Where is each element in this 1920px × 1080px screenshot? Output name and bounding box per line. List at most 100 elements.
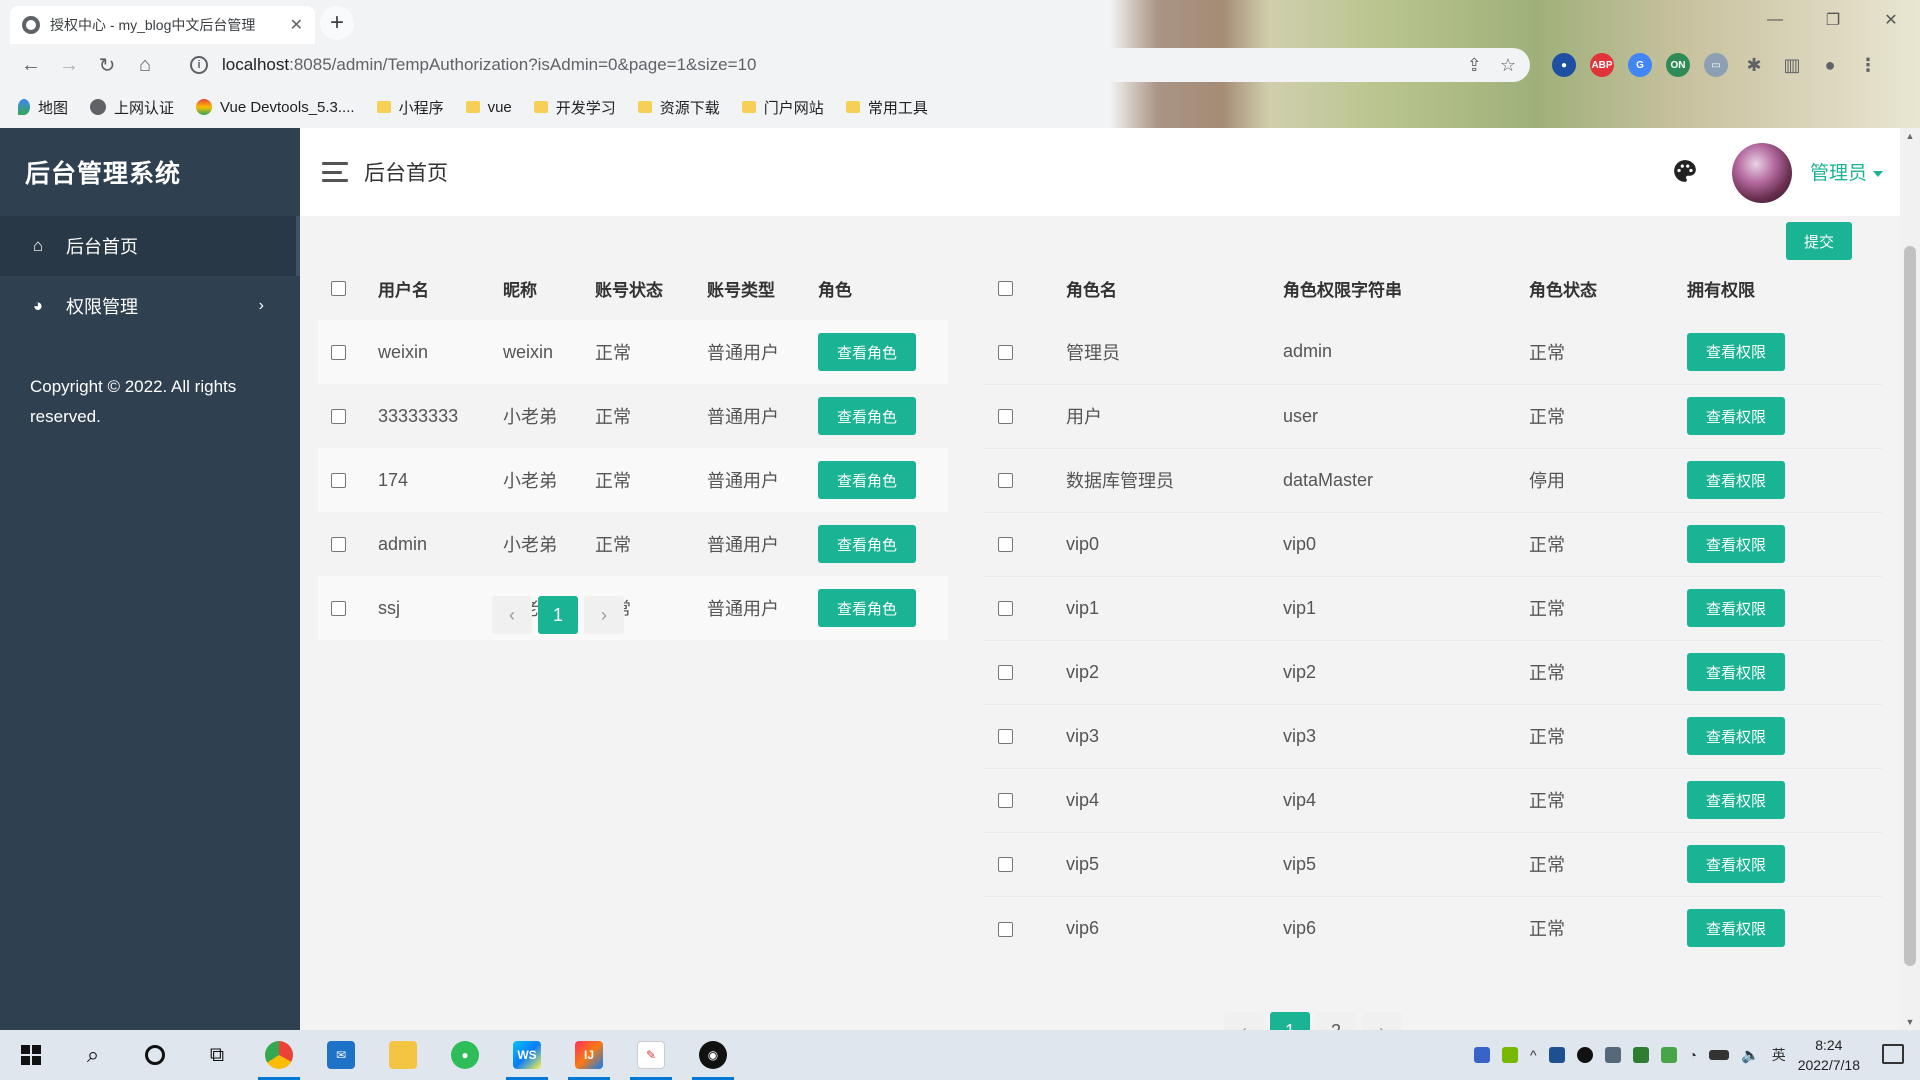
row-checkbox[interactable] [998,729,1013,745]
row-checkbox[interactable] [331,345,346,361]
row-checkbox[interactable] [998,345,1013,360]
cortana-button[interactable] [124,1030,186,1080]
app-taskbar-button[interactable]: ✎ [620,1030,682,1080]
view-roles-button[interactable]: 查看角色 [818,333,916,371]
view-permissions-button[interactable]: 查看权限 [1687,525,1785,563]
security-icon[interactable] [1548,1047,1565,1063]
start-button[interactable] [0,1030,62,1080]
view-permissions-button[interactable]: 查看权限 [1687,845,1785,883]
view-permissions-button[interactable]: 查看权限 [1687,397,1785,435]
select-all-checkbox[interactable] [998,281,1013,297]
view-roles-button[interactable]: 查看角色 [818,461,916,499]
adblock-icon[interactable]: ABP [1590,53,1614,77]
wechat-taskbar-button[interactable]: ● [434,1030,496,1080]
prev-page-button[interactable]: ‹ [492,596,532,634]
menu-icon[interactable]: ⋮ [1856,53,1880,77]
back-button[interactable]: ← [14,48,48,82]
row-checkbox[interactable] [998,793,1013,809]
address-bar[interactable]: i localhost:8085/admin/TempAuthorization… [176,48,1530,82]
bookmark-vue-devtools[interactable]: Vue Devtools_5.3.... [196,99,355,116]
star-icon[interactable]: ☆ [1500,55,1516,76]
new-tab-button[interactable]: + [320,6,354,40]
view-roles-button[interactable]: 查看角色 [818,525,916,563]
row-checkbox[interactable] [998,409,1013,425]
restore-button[interactable]: ❐ [1804,0,1862,40]
clock[interactable]: 8:24 2022/7/18 [1798,1035,1860,1075]
palette-icon[interactable] [1672,158,1698,184]
row-checkbox[interactable] [998,857,1013,873]
webstorm-taskbar-button[interactable]: WS [496,1030,558,1080]
bookmark-folder-portal[interactable]: 门户网站 [741,97,824,118]
nvidia-icon[interactable] [1501,1047,1518,1063]
document-icon[interactable] [1604,1047,1621,1063]
view-permissions-button[interactable]: 查看权限 [1687,461,1785,499]
volume-icon[interactable]: 🔈 [1741,1046,1760,1064]
forward-button[interactable]: → [52,48,86,82]
ime-indicator[interactable]: 英 [1772,1045,1786,1065]
browser-tab[interactable]: 授权中心 - my_blog中文后台管理 ✕ [10,6,315,44]
battery-icon[interactable] [1709,1050,1730,1060]
page-scrollbar[interactable]: ▲ ▼ [1900,128,1920,1030]
view-permissions-button[interactable]: 查看权限 [1687,332,1785,371]
explorer-taskbar-button[interactable] [372,1030,434,1080]
bookmark-map[interactable]: 地图 [18,97,68,118]
info-icon[interactable]: i [190,56,208,74]
translate-icon[interactable]: G [1628,53,1652,77]
side-panel-icon[interactable]: ▥ [1780,53,1804,77]
bookmark-login[interactable]: 上网认证 [90,97,174,118]
puzzle-icon[interactable]: ✱ [1742,53,1766,77]
view-permissions-button[interactable]: 查看权限 [1687,717,1785,755]
row-checkbox[interactable] [331,409,346,425]
qq-icon[interactable] [1576,1047,1593,1063]
bookmark-folder-miniprogram[interactable]: 小程序 [376,97,444,118]
toggle-extension-icon[interactable]: ON [1666,53,1690,77]
avatar[interactable] [1732,143,1792,203]
row-checkbox[interactable] [331,601,346,617]
reload-button[interactable]: ↻ [90,48,124,82]
next-page-button[interactable]: › [584,596,624,634]
task-view-button[interactable]: ⧉ [186,1030,248,1080]
select-all-checkbox[interactable] [331,281,346,297]
row-checkbox[interactable] [998,601,1013,617]
intellij-taskbar-button[interactable]: IJ [558,1030,620,1080]
view-permissions-button[interactable]: 查看权限 [1687,653,1785,691]
bookmark-folder-vue[interactable]: vue [465,99,512,116]
share-icon[interactable]: ⇪ [1467,55,1482,76]
close-icon[interactable]: ✕ [290,15,303,35]
row-checkbox[interactable] [998,473,1013,489]
search-button[interactable]: ⌕ [62,1030,124,1080]
scroll-down-arrow[interactable]: ▼ [1900,1014,1920,1030]
page-button[interactable]: 1 [538,596,578,634]
row-checkbox[interactable] [998,665,1013,681]
profile-icon[interactable]: ● [1818,53,1842,77]
bookmark-folder-downloads[interactable]: 资源下载 [637,97,720,118]
view-permissions-button[interactable]: 查看权限 [1687,589,1785,627]
view-roles-button[interactable]: 查看角色 [818,589,916,627]
view-permissions-button[interactable]: 查看权限 [1687,781,1785,819]
mail-taskbar-button[interactable]: ✉ [310,1030,372,1080]
app-icon[interactable] [1632,1047,1649,1063]
extension-icon[interactable]: ● [1552,53,1576,77]
sidebar-item-permissions[interactable]: ◕ 权限管理 › [0,276,300,336]
shield-icon[interactable] [1473,1047,1490,1063]
minimize-button[interactable]: — [1746,0,1804,40]
bookmark-folder-dev[interactable]: 开发学习 [533,97,616,118]
check-icon[interactable] [1660,1047,1677,1063]
wifi-icon[interactable]: ◔ [1689,1047,1697,1063]
scroll-up-arrow[interactable]: ▲ [1900,128,1920,144]
chrome-taskbar-button[interactable] [248,1030,310,1080]
scroll-thumb[interactable] [1904,246,1916,966]
row-checkbox[interactable] [998,537,1013,553]
row-checkbox[interactable] [331,537,346,553]
folder-extension-icon[interactable]: ▭ [1704,53,1728,77]
row-checkbox[interactable] [331,473,346,489]
row-checkbox[interactable] [998,921,1013,937]
close-window-button[interactable]: ✕ [1862,0,1920,40]
bookmark-folder-tools[interactable]: 常用工具 [845,97,928,118]
view-roles-button[interactable]: 查看角色 [818,397,916,435]
home-button[interactable]: ⌂ [128,48,162,82]
obs-taskbar-button[interactable]: ◉ [682,1030,744,1080]
notification-icon[interactable] [1882,1044,1904,1064]
view-permissions-button[interactable]: 查看权限 [1687,909,1785,948]
hamburger-icon[interactable] [322,162,348,182]
